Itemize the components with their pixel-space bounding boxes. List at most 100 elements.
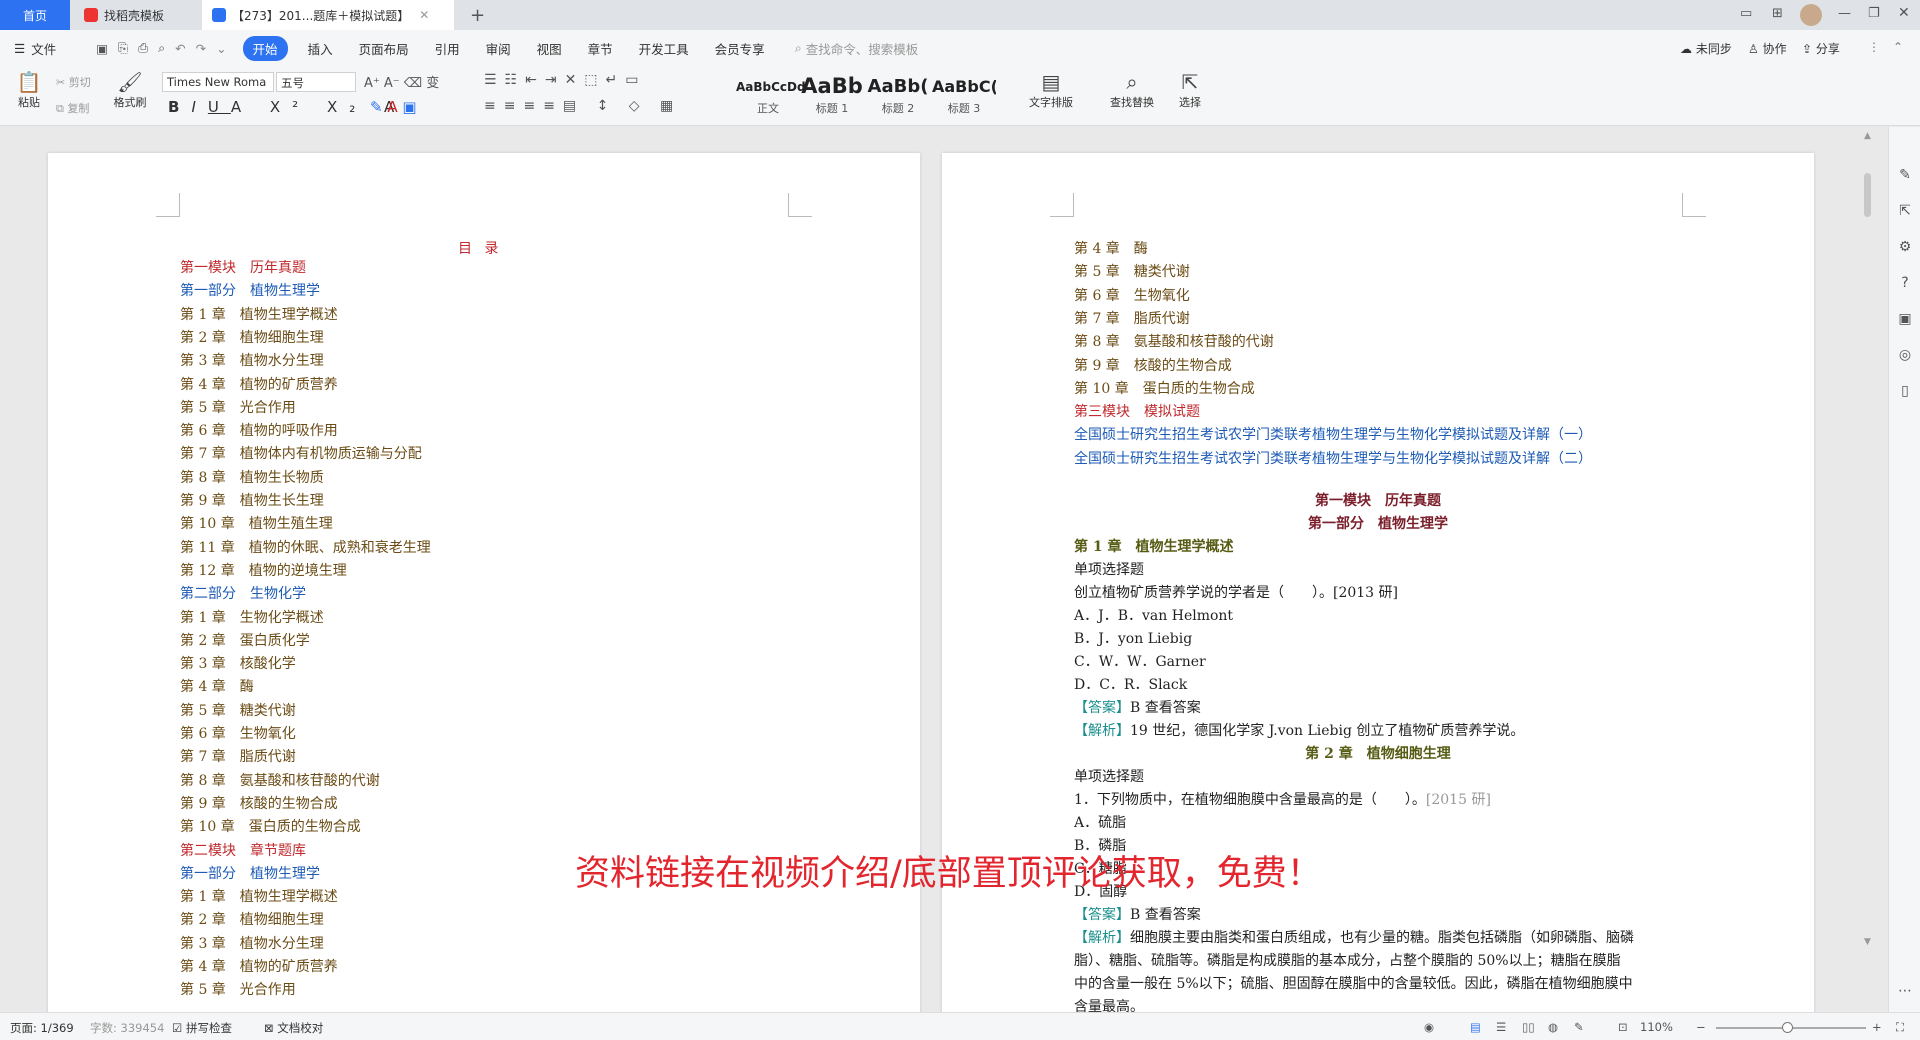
image-icon[interactable]: ▣ [1897, 311, 1913, 327]
style-heading3[interactable]: AaBbC( 标题 3 [932, 74, 996, 116]
tab-home[interactable]: 首页 [0, 0, 70, 30]
eye-icon[interactable]: ◉ [1424, 1020, 1434, 1034]
toc-item[interactable]: 第 3 章 植物水分生理 [180, 933, 324, 953]
toc-continued-item[interactable]: 全国硕士研究生招生考试农学门类联考植物生理学与生物化学模拟试题及详解（二） [1074, 448, 1592, 468]
toc-item[interactable]: 第 5 章 糖类代谢 [180, 700, 296, 720]
toc-item[interactable]: 第一部分 植物生理学 [180, 863, 320, 883]
toc-item[interactable]: 第 3 章 植物水分生理 [180, 350, 324, 370]
toc-item[interactable]: 第一部分 植物生理学 [180, 280, 320, 300]
toc-item[interactable]: 第 10 章 植物生殖生理 [180, 513, 333, 533]
vertical-scrollbar[interactable]: ▲ ▼ [1860, 127, 1874, 1012]
align-icons[interactable]: ≡≡≡≡▤ ↕ ◇ ▦ [484, 98, 681, 114]
toc-continued-item[interactable]: 第 6 章 生物氧化 [1074, 285, 1190, 305]
pen-icon[interactable]: ✎ [1574, 1020, 1584, 1034]
more-tools-icon[interactable]: ⋯ [1897, 983, 1913, 999]
style-heading2[interactable]: AaBb( 标题 2 [866, 74, 930, 116]
scroll-down-icon[interactable]: ▼ [1864, 937, 1871, 947]
grow-font-icon[interactable]: A⁺ A⁻ ⌫ 变 [364, 72, 439, 91]
menu-file[interactable]: 文件 [31, 39, 56, 58]
toc-item[interactable]: 第 11 章 植物的休眠、成熟和衰老生理 [180, 537, 431, 557]
toc-item[interactable]: 第一模块 历年真题 [180, 257, 306, 277]
style-heading1[interactable]: AaBb 标题 1 [800, 74, 864, 116]
web-view-icon[interactable]: ◍ [1548, 1020, 1558, 1034]
toc-item[interactable]: 第 1 章 生物化学概述 [180, 607, 324, 627]
menu-layout[interactable]: 页面布局 [359, 39, 409, 58]
toc-continued-item[interactable]: 第 4 章 酶 [1074, 238, 1148, 258]
more-icon[interactable]: ⌄ [216, 41, 226, 56]
layout-icon[interactable]: ▭ [1740, 6, 1752, 21]
zoom-level[interactable]: 110% [1640, 1020, 1673, 1034]
menu-developer[interactable]: 开发工具 [639, 39, 689, 58]
scroll-thumb[interactable] [1864, 173, 1871, 217]
toc-item[interactable]: 第 4 章 酶 [180, 676, 254, 696]
save-icon[interactable]: ▣ [96, 41, 108, 56]
toc-item[interactable]: 第 1 章 植物生理学概述 [180, 886, 338, 906]
word-count[interactable]: 字数: 339454 [90, 1020, 164, 1036]
toc-continued-item[interactable]: 第 5 章 糖类代谢 [1074, 261, 1190, 281]
close-window-icon[interactable]: ✕ [1898, 5, 1910, 21]
close-icon[interactable]: ✕ [419, 8, 429, 22]
more-menu-icon[interactable]: ⋮ [1868, 40, 1880, 54]
menu-chapter[interactable]: 章节 [588, 39, 613, 58]
menu-insert[interactable]: 插入 [308, 39, 333, 58]
toc-continued-item[interactable]: 第 8 章 氨基酸和核苷酸的代谢 [1074, 331, 1274, 351]
font-name-select[interactable]: Times New Roma [162, 72, 274, 92]
toc-item[interactable]: 第 4 章 植物的矿质营养 [180, 374, 338, 394]
document-canvas[interactable]: 目 录 第一模块 历年真题 第一部分 植物生理学第 1 章 植物生理学概述第 2 … [0, 127, 1888, 1012]
menu-view[interactable]: 视图 [537, 39, 562, 58]
toc-item[interactable]: 第 9 章 植物生长生理 [180, 490, 324, 510]
cut-button[interactable]: ✂ 剪切 [56, 74, 91, 90]
new-tab-button[interactable]: + [460, 0, 495, 30]
preview-icon[interactable]: ⌕ [158, 40, 165, 56]
format-painter-button[interactable]: 🖌 格式刷 [110, 70, 150, 110]
toc-item[interactable]: 第 12 章 植物的逆境生理 [180, 560, 347, 580]
restore-icon[interactable]: ❐ [1868, 6, 1880, 21]
zoom-slider-handle[interactable] [1782, 1022, 1793, 1033]
zoom-in-icon[interactable]: + [1872, 1020, 1882, 1034]
undo-icon[interactable]: ↶ [175, 41, 185, 56]
avatar[interactable] [1800, 4, 1822, 26]
tab-template[interactable]: 找稻壳模板 [74, 0, 200, 30]
toc-item[interactable]: 第 7 章 脂质代谢 [180, 746, 296, 766]
answer-text[interactable]: B 查看答案 [1130, 700, 1201, 716]
fullscreen-icon[interactable]: ⛶ [1896, 1020, 1904, 1035]
copy-button[interactable]: ⧉ 复制 [56, 100, 89, 116]
outline-view-icon[interactable]: ☰ [1496, 1020, 1506, 1034]
toc-item[interactable]: 第 5 章 光合作用 [180, 397, 296, 417]
toc-item[interactable]: 第二模块 章节题库 [180, 840, 306, 860]
read-view-icon[interactable]: ▯▯ [1522, 1020, 1535, 1034]
page-indicator[interactable]: 页面: 1/369 [10, 1020, 74, 1036]
collapse-ribbon-icon[interactable]: ⌃ [1893, 40, 1903, 54]
select-button[interactable]: ⇱ 选择 [1170, 70, 1210, 110]
menu-reference[interactable]: 引用 [435, 39, 460, 58]
toc-continued-item[interactable]: 第 10 章 蛋白质的生物合成 [1074, 378, 1255, 398]
toc-continued-item[interactable]: 第 7 章 脂质代谢 [1074, 308, 1190, 328]
book-icon[interactable]: ▯ [1897, 383, 1913, 399]
apps-icon[interactable]: ⊞ [1772, 6, 1783, 21]
print-icon[interactable]: ⎙ [138, 40, 148, 56]
toc-item[interactable]: 第 8 章 植物生长物质 [180, 467, 324, 487]
menu-review[interactable]: 审阅 [486, 39, 511, 58]
toc-item[interactable]: 第 8 章 氨基酸和核苷酸的代谢 [180, 770, 380, 790]
toc-item[interactable]: 第 2 章 植物细胞生理 [180, 327, 324, 347]
toc-item[interactable]: 第 4 章 植物的矿质营养 [180, 956, 338, 976]
page-view-icon[interactable]: ▤ [1470, 1020, 1481, 1034]
text-layout-button[interactable]: ▤ 文字排版 [1024, 70, 1078, 110]
settings-icon[interactable]: ⚙ [1897, 239, 1913, 255]
location-icon[interactable]: ◎ [1897, 347, 1913, 363]
scroll-up-icon[interactable]: ▲ [1864, 131, 1871, 141]
toc-continued-item[interactable]: 第三模块 模拟试题 [1074, 401, 1200, 421]
toc-item[interactable]: 第 2 章 蛋白质化学 [180, 630, 310, 650]
menu-start[interactable]: 开始 [242, 35, 288, 61]
list-icons[interactable]: ☰☷⇤⇥✕⬚↵▭ [484, 72, 646, 88]
font-color-icon[interactable]: ✎ A ▣ [370, 98, 417, 116]
toc-item[interactable]: 第 9 章 核酸的生物合成 [180, 793, 338, 813]
collab-button[interactable]: ♙ 协作 [1748, 40, 1787, 57]
toc-item[interactable]: 第 2 章 植物细胞生理 [180, 909, 324, 929]
toc-item[interactable]: 第 3 章 核酸化学 [180, 653, 296, 673]
toc-continued-item[interactable]: 第 9 章 核酸的生物合成 [1074, 355, 1232, 375]
help-icon[interactable]: ? [1897, 275, 1913, 291]
sync-status[interactable]: ☁ 未同步 [1680, 40, 1732, 57]
toc-item[interactable]: 第 6 章 生物氧化 [180, 723, 296, 743]
style-normal[interactable]: AaBbCcDd 正文 [736, 74, 806, 116]
